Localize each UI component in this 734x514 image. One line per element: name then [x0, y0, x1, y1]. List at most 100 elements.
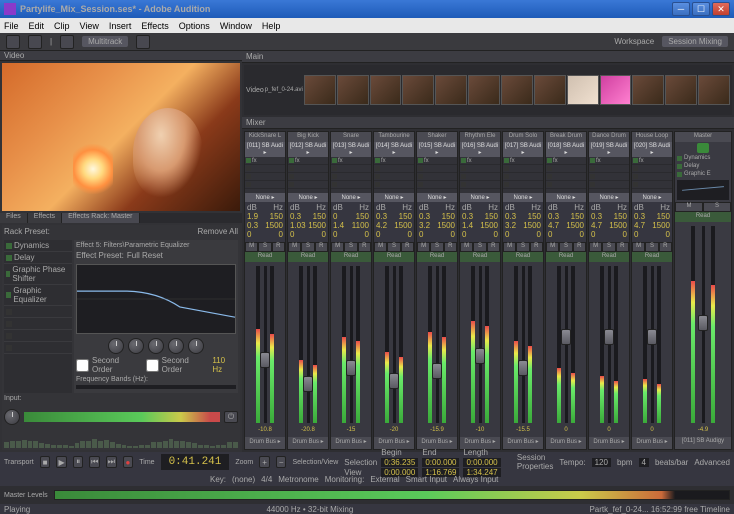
thumb-9[interactable]	[567, 75, 599, 105]
solo-button[interactable]: S	[301, 242, 314, 252]
solo-button[interactable]: S	[559, 242, 572, 252]
fx-slot[interactable]	[460, 173, 500, 181]
monitor-always[interactable]: Always Input	[453, 475, 498, 484]
eq-knob-5[interactable]	[188, 338, 204, 354]
metronome-button[interactable]: Metronome	[278, 475, 318, 484]
automation-mode[interactable]: Read	[460, 252, 500, 262]
thumb-6[interactable]	[468, 75, 500, 105]
fx-slot[interactable]	[503, 173, 543, 181]
track-output[interactable]: Drum Bus ▸	[288, 437, 328, 449]
track-output[interactable]: Drum Bus ▸	[245, 437, 285, 449]
fx-slot[interactable]: Graphic Equalizer	[4, 285, 72, 306]
eq-knob-4[interactable]	[168, 338, 184, 354]
solo-button[interactable]: S	[430, 242, 443, 252]
solo-button[interactable]: S	[473, 242, 486, 252]
fx-slot[interactable]: fx	[288, 157, 328, 165]
fx-slot[interactable]: fx	[632, 157, 672, 165]
solo-button[interactable]: S	[344, 242, 357, 252]
track-output[interactable]: Drum Bus ▸	[632, 437, 672, 449]
record-arm-button[interactable]: R	[401, 242, 414, 252]
fx-slot[interactable]	[245, 165, 285, 173]
close-button[interactable]: ✕	[712, 2, 730, 16]
automation-mode[interactable]: Read	[245, 252, 285, 262]
multitrack-mode-button[interactable]: Multitrack	[82, 36, 128, 47]
fx-slot-empty[interactable]	[4, 318, 72, 330]
fader[interactable]	[307, 266, 310, 423]
track-input[interactable]: [014] SB Audi ▸	[374, 142, 414, 157]
maximize-button[interactable]: ☐	[692, 2, 710, 16]
fx-slot[interactable]	[331, 173, 371, 181]
automation-mode[interactable]: Read	[288, 252, 328, 262]
record-arm-button[interactable]: R	[530, 242, 543, 252]
fx-slot[interactable]	[331, 165, 371, 173]
track-input[interactable]: [016] SB Audi ▸	[460, 142, 500, 157]
ffwd-button[interactable]: ⏭	[106, 456, 117, 468]
fx-slot[interactable]	[374, 165, 414, 173]
track-name[interactable]: KickSnare L	[245, 132, 285, 142]
mute-button[interactable]: M	[503, 242, 516, 252]
track-name[interactable]: Break Drum	[546, 132, 586, 142]
fx-slot[interactable]	[288, 181, 328, 189]
menu-file[interactable]: File	[4, 21, 19, 31]
fx-slot[interactable]	[460, 165, 500, 173]
track-name[interactable]: Drum Solo	[503, 132, 543, 142]
pause-button[interactable]: ⏸	[73, 456, 84, 468]
record-arm-button[interactable]: R	[573, 242, 586, 252]
thumb-5[interactable]	[435, 75, 467, 105]
automation-mode[interactable]: Read	[546, 252, 586, 262]
menu-clip[interactable]: Clip	[54, 21, 70, 31]
monitor-external[interactable]: External	[370, 475, 399, 484]
thumb-12[interactable]	[665, 75, 697, 105]
tempo-field[interactable]: 120	[592, 458, 611, 467]
fx-slot[interactable]	[288, 165, 328, 173]
thumb-11[interactable]	[632, 75, 664, 105]
fx-slot[interactable]	[417, 181, 457, 189]
zoom-out-button[interactable]: −	[276, 456, 287, 468]
mute-button[interactable]: M	[417, 242, 430, 252]
track-name[interactable]: Snare	[331, 132, 371, 142]
track-input[interactable]: [019] SB Audi ▸	[589, 142, 629, 157]
menu-edit[interactable]: Edit	[29, 21, 45, 31]
master-fader[interactable]	[702, 226, 705, 423]
fader[interactable]	[522, 266, 525, 423]
stop-button[interactable]: ■	[40, 456, 51, 468]
fxrack-tab[interactable]: Effects Rack: Master	[62, 213, 139, 223]
fx-slot[interactable]	[589, 173, 629, 181]
thumb-2[interactable]	[337, 75, 369, 105]
track-name[interactable]: Big Kick	[288, 132, 328, 142]
track-sends-none[interactable]: None ▸	[288, 193, 328, 202]
track-sends-none[interactable]: None ▸	[417, 193, 457, 202]
fx-slot[interactable]: fx	[331, 157, 371, 165]
track-sends-none[interactable]: None ▸	[503, 193, 543, 202]
advanced-button[interactable]: Advanced	[694, 458, 730, 467]
master-power-button[interactable]	[697, 143, 709, 153]
master-automation[interactable]: Read	[675, 212, 731, 222]
monitor-smart[interactable]: Smart Input	[406, 475, 447, 484]
track-sends-none[interactable]: None ▸	[374, 193, 414, 202]
track-output[interactable]: Drum Bus ▸	[589, 437, 629, 449]
record-arm-button[interactable]: R	[444, 242, 457, 252]
automation-mode[interactable]: Read	[589, 252, 629, 262]
effect-preset-dropdown[interactable]: Full Reset	[127, 251, 163, 260]
track-name[interactable]: Dance Drum	[589, 132, 629, 142]
track-input[interactable]: [018] SB Audi ▸	[546, 142, 586, 157]
mute-button[interactable]: M	[331, 242, 344, 252]
menu-effects[interactable]: Effects	[141, 21, 168, 31]
fx-slot[interactable]	[460, 181, 500, 189]
sel-end[interactable]: 0:00.000	[422, 458, 459, 467]
sel-begin[interactable]: 0:36.235	[381, 458, 418, 467]
order1-checkbox[interactable]	[76, 359, 89, 372]
fx-slot[interactable]	[417, 165, 457, 173]
fx-slot[interactable]: fx	[503, 157, 543, 165]
fx-slot[interactable]	[417, 173, 457, 181]
menu-help[interactable]: Help	[262, 21, 281, 31]
input-power-button[interactable]: ⏻	[224, 411, 238, 423]
fx-slot[interactable]: fx	[245, 157, 285, 165]
master-fx-slot[interactable]: Delay	[675, 162, 731, 170]
master-output[interactable]: [011] SB Audigy	[675, 437, 731, 449]
solo-button[interactable]: S	[602, 242, 615, 252]
master-fx-slot[interactable]: Dynamics	[675, 154, 731, 162]
record-arm-button[interactable]: R	[659, 242, 672, 252]
menu-insert[interactable]: Insert	[109, 21, 132, 31]
thumb-10[interactable]	[600, 75, 632, 105]
